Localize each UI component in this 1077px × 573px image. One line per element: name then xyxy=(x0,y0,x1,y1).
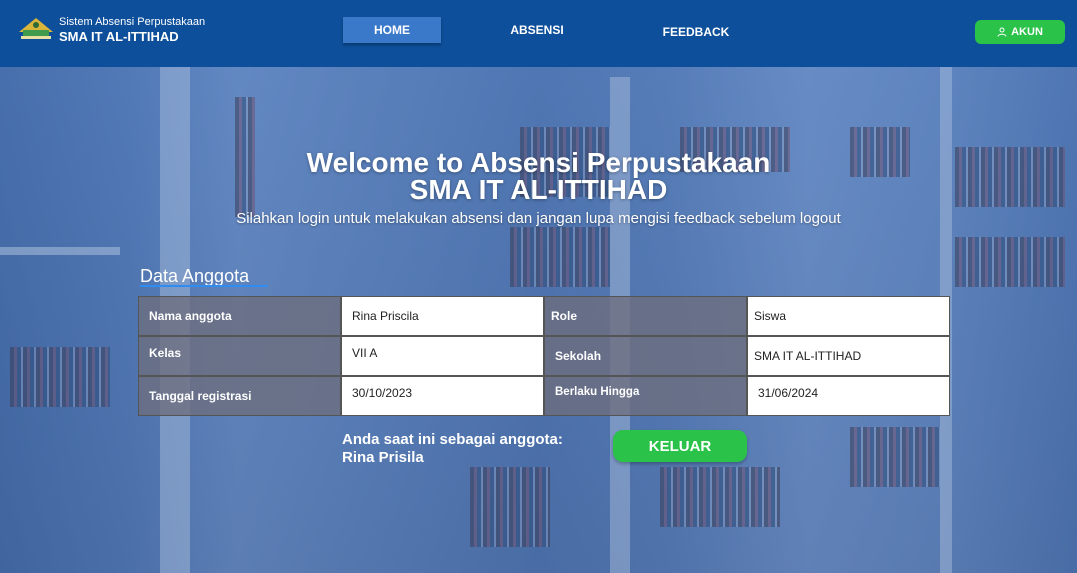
nav-home-button[interactable]: HOME xyxy=(343,17,441,43)
tanggal-registrasi-label: Tanggal registrasi xyxy=(138,376,341,416)
nav-feedback-button[interactable]: FEEDBACK xyxy=(648,19,744,45)
berlaku-hingga-value: 31/06/2024 xyxy=(747,376,950,416)
sekolah-label: Sekolah xyxy=(544,336,747,376)
kelas-label: Kelas xyxy=(138,336,341,376)
brand-subtitle: Sistem Absensi Perpustakaan xyxy=(59,16,206,28)
nama-anggota-label: Nama anggota xyxy=(138,296,341,336)
brand-name: SMA IT AL-ITTIHAD xyxy=(59,29,179,44)
nav-absensi-button[interactable]: ABSENSI xyxy=(496,17,578,43)
current-member-status: Anda saat ini sebagai anggota: Rina Pris… xyxy=(342,431,563,467)
section-title-underline xyxy=(140,285,268,287)
keluar-button[interactable]: KELUAR xyxy=(613,430,747,462)
user-icon xyxy=(997,27,1007,37)
role-value: Siswa xyxy=(747,296,950,336)
akun-label: AKUN xyxy=(1011,26,1043,38)
hero-title-line2: SMA IT AL-ITTIHAD xyxy=(409,174,668,205)
top-navbar: Sistem Absensi Perpustakaan SMA IT AL-IT… xyxy=(0,0,1077,67)
berlaku-hingga-label: Berlaku Hingga xyxy=(544,376,747,416)
hero-title-line1: Welcome to Absensi Perpustakaan xyxy=(306,147,771,178)
hero-subtitle: Silahkan login untuk melakukan absensi d… xyxy=(236,210,841,227)
current-member-name: Rina Prisila xyxy=(342,449,424,466)
school-logo-icon xyxy=(19,18,53,39)
role-label: Role xyxy=(544,296,747,336)
current-member-status-line1: Anda saat ini sebagai anggota: xyxy=(342,431,563,448)
nama-anggota-value: Rina Priscila xyxy=(341,296,544,336)
sekolah-value: SMA IT AL-ITTIHAD xyxy=(747,336,950,376)
tanggal-registrasi-value: 30/10/2023 xyxy=(341,376,544,416)
kelas-value: VII A xyxy=(341,336,544,376)
akun-button[interactable]: AKUN xyxy=(975,20,1065,44)
section-title-data-anggota: Data Anggota xyxy=(140,266,250,286)
